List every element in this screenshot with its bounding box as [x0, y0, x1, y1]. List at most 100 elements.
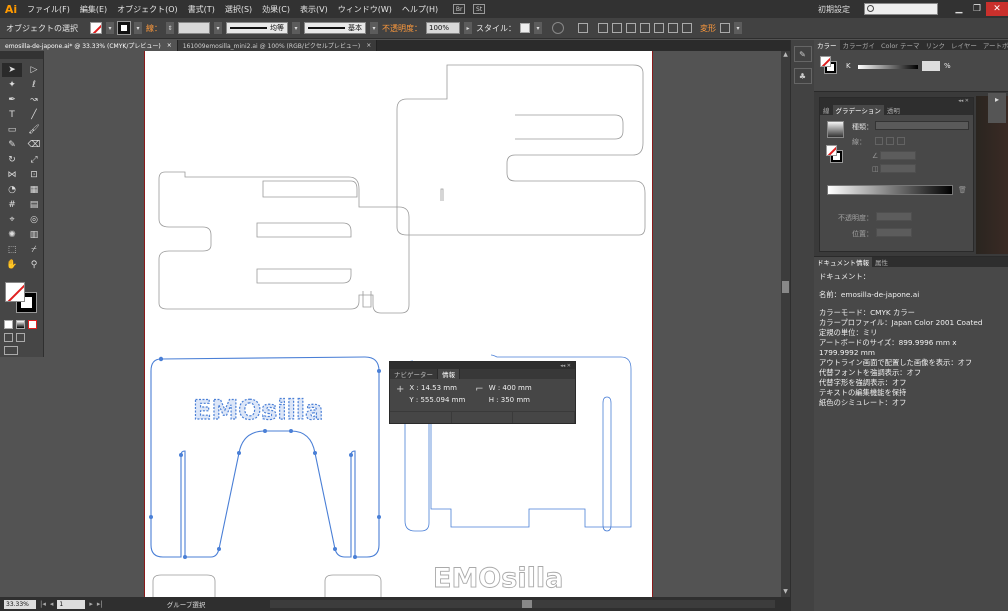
gradient-panel-tab-2[interactable]: 透明 [884, 105, 903, 115]
align-bottom-icon[interactable] [668, 23, 678, 33]
scale-icon[interactable]: ⤢ [24, 153, 44, 167]
stroke-label[interactable]: 線： [146, 23, 162, 34]
width-icon[interactable]: ⋈ [2, 168, 22, 182]
last-artboard-icon[interactable]: ▸| [97, 600, 103, 608]
blend-icon[interactable]: ◎ [24, 213, 44, 227]
eyedropper-icon[interactable]: ⌖ [2, 213, 22, 227]
vertical-scrollbar[interactable]: ▲ ▼ [781, 51, 790, 597]
tab-info[interactable]: 情報 [438, 369, 460, 379]
color-panel-tab-0[interactable]: カラー [814, 40, 840, 50]
color-panel-tab-3[interactable]: リンク [923, 40, 949, 50]
gradient-panel-tab-1[interactable]: グラデーション [832, 105, 884, 115]
stroke-across-icon[interactable] [897, 137, 905, 145]
menu-item-2[interactable]: オブジェクト(O) [112, 4, 183, 15]
color-panel-fill-stroke[interactable] [820, 56, 838, 74]
delete-stop-icon[interactable]: 🗑 [958, 186, 967, 194]
close-tab-icon[interactable]: × [167, 42, 172, 49]
menu-item-5[interactable]: 効果(C) [257, 4, 295, 15]
rotate-icon[interactable]: ↻ [2, 153, 22, 167]
fill-swatch[interactable] [90, 22, 102, 34]
line-icon[interactable]: ╱ [24, 108, 44, 122]
style-dropdown-icon[interactable]: ▾ [534, 22, 542, 34]
next-artboard-icon[interactable]: ▸ [89, 600, 93, 608]
style-swatch[interactable] [520, 23, 530, 33]
search-input[interactable] [864, 3, 938, 15]
fill-dropdown-icon[interactable]: ▾ [106, 22, 114, 34]
align-to-icon[interactable] [578, 23, 588, 33]
mesh-icon[interactable]: # [2, 198, 22, 212]
lasso-icon[interactable]: ℓ [24, 78, 44, 92]
gradient-slider[interactable] [827, 185, 953, 195]
restore-button[interactable]: ❐ [968, 2, 986, 16]
stroke-weight-dropdown-icon[interactable]: ▾ [214, 22, 222, 34]
stroke-within-icon[interactable] [875, 137, 883, 145]
menu-item-7[interactable]: ウィンドウ(W) [333, 4, 397, 15]
gradient-opacity-field[interactable] [876, 212, 912, 221]
direct-select-icon[interactable]: ▷ [24, 63, 44, 77]
scroll-up-icon[interactable]: ▲ [781, 51, 790, 60]
color-panel-tab-2[interactable]: Color テーマ [878, 40, 923, 50]
opacity-dropdown-icon[interactable]: ▸ [464, 22, 472, 34]
color-panel-tab-4[interactable]: レイヤー [948, 40, 980, 50]
stroke-weight-stepper[interactable]: ⇕ [166, 22, 174, 34]
type-icon[interactable]: T [2, 108, 22, 122]
gradient-preview[interactable] [827, 121, 844, 138]
menu-item-3[interactable]: 書式(T) [183, 4, 220, 15]
doc-tab-emosilla[interactable]: emosilla-de-japone.ai* @ 33.33% (CMYK/プレ… [0, 40, 178, 51]
rectangle-icon[interactable]: ▭ [2, 123, 22, 137]
first-artboard-icon[interactable]: |◂ [40, 600, 46, 608]
docinfo-tab-0[interactable]: ドキュメント情報 [814, 257, 872, 267]
none-icon[interactable] [28, 320, 37, 329]
align-middle-icon[interactable] [654, 23, 664, 33]
hand-icon[interactable]: ✋ [2, 258, 22, 272]
stroke-dropdown-icon[interactable]: ▾ [134, 22, 142, 34]
docinfo-tab-1[interactable]: 属性 [872, 257, 891, 267]
gradient-icon[interactable]: ▤ [24, 198, 44, 212]
align-center-icon[interactable] [612, 23, 622, 33]
magic-wand-icon[interactable]: ✦ [2, 78, 22, 92]
symbol-sprayer-icon[interactable]: ✺ [2, 228, 22, 242]
canvas[interactable]: EMOsilla EMOsilla [44, 51, 781, 597]
tools-header[interactable] [0, 51, 43, 59]
slice-icon[interactable]: ⌿ [24, 243, 44, 257]
horizontal-scrollbar[interactable] [270, 600, 775, 608]
info-panel-header[interactable]: ◂◂ ✕ [390, 362, 575, 369]
status-text[interactable]: グループ選択 [167, 599, 206, 609]
column-graph-icon[interactable]: ▥ [24, 228, 44, 242]
doc-tab-mini2[interactable]: 161009emosilla_mini2.ai @ 100% (RGB/ピクセル… [177, 40, 378, 51]
vertical-scroll-thumb[interactable] [782, 281, 789, 293]
aspect-field[interactable] [880, 164, 916, 173]
expand-panel-icon[interactable]: ▸ [988, 93, 1006, 123]
shape-builder-icon[interactable]: ◔ [2, 183, 22, 197]
shaper-icon[interactable]: ✎ [2, 138, 22, 152]
fill-stroke-widget[interactable] [2, 280, 42, 314]
menu-item-0[interactable]: ファイル(F) [22, 4, 75, 15]
stroke-along-icon[interactable] [886, 137, 894, 145]
paintbrush-icon[interactable]: 🖌 [24, 123, 44, 137]
app-launch-icon-1[interactable]: St [473, 4, 486, 14]
tab-navigator[interactable]: ナビゲーター [390, 369, 438, 379]
menu-item-8[interactable]: ヘルプ(H) [397, 4, 443, 15]
eraser-icon[interactable]: ⌫ [24, 138, 44, 152]
pen-icon[interactable]: ✒ [2, 93, 22, 107]
gradient-panel-header[interactable]: ◂◂ ✕ [820, 98, 973, 105]
selected-chair-piece[interactable]: EMOsilla [149, 356, 381, 559]
align-top-icon[interactable] [640, 23, 650, 33]
brushes-icon[interactable]: ✎ [793, 46, 812, 62]
gradient-position-field[interactable] [876, 228, 912, 237]
zoom-icon[interactable]: ⚲ [24, 258, 44, 272]
variable-width-profile[interactable]: 均等 [226, 22, 288, 34]
brush-definition[interactable]: 基本 [304, 22, 366, 34]
scroll-down-icon[interactable]: ▼ [781, 588, 790, 597]
transform-label[interactable]: 変形 [700, 23, 716, 34]
draw-normal-icon[interactable] [4, 333, 13, 342]
gradient-fill-stroke[interactable] [826, 145, 844, 163]
control-menu-icon[interactable]: ▾ [734, 22, 742, 34]
color-panel-tab-5[interactable]: アートボー [980, 40, 1008, 50]
artboard-number-field[interactable]: 1 [57, 599, 86, 609]
gradient-icon[interactable] [16, 320, 25, 329]
screen-mode-icon[interactable] [4, 346, 18, 355]
stroke-swatch[interactable] [117, 21, 131, 35]
close-tab-icon[interactable]: × [366, 42, 371, 49]
align-right-icon[interactable] [626, 23, 636, 33]
